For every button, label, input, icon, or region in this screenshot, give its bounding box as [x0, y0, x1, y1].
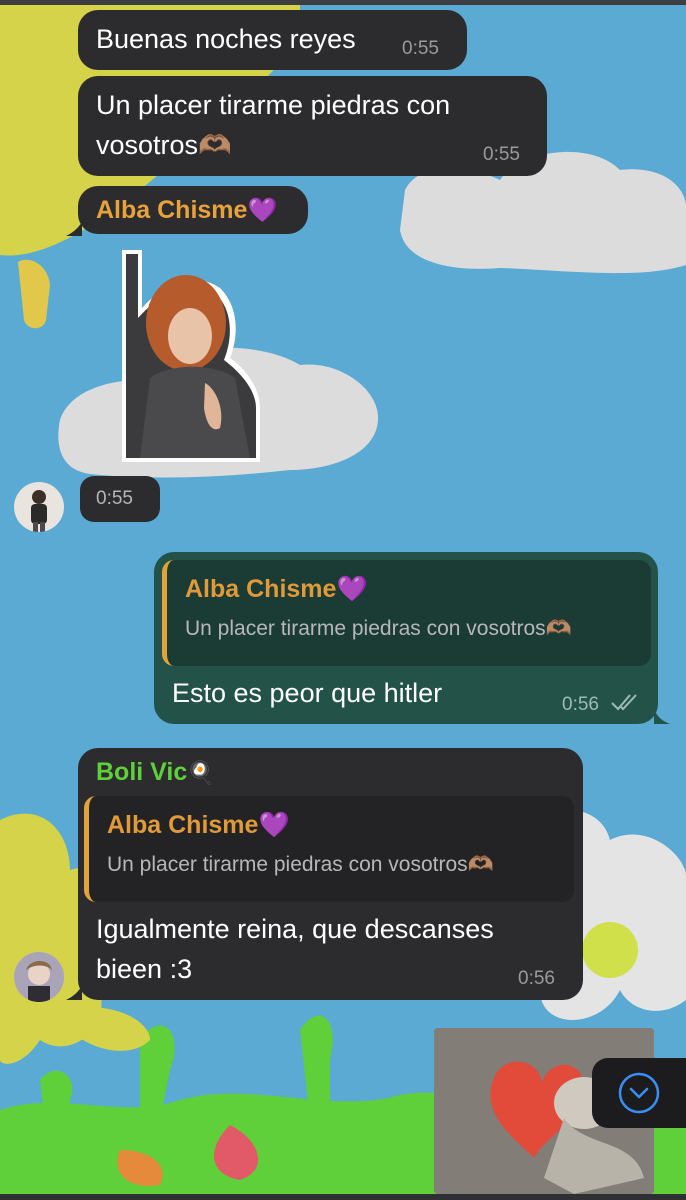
scroll-to-bottom-button[interactable]	[592, 1058, 686, 1128]
reply-text-wrap: Un placer tirarme piedras con vosotros🫶🏽	[107, 852, 494, 877]
reply-sender: Alba Chisme💜	[185, 574, 368, 604]
heart-hands-icon: 🫶🏽	[467, 852, 494, 876]
message-time: 0:56	[562, 694, 599, 715]
message-text: Esto es peor que hitler	[172, 678, 443, 708]
sender-name: Boli Vic🍳	[96, 758, 215, 787]
avatar-person-image	[14, 952, 64, 1002]
double-check-icon	[610, 692, 640, 717]
sender-name: Alba Chisme💜	[96, 196, 277, 225]
reply-preview[interactable]: Alba Chisme💜 Un placer tirarme piedras c…	[162, 560, 651, 666]
avatar-person-image	[31, 490, 47, 532]
bubble-tail-outgoing	[654, 708, 670, 724]
reply-preview[interactable]: Alba Chisme💜 Un placer tirarme piedras c…	[84, 796, 574, 902]
reply-sender: Alba Chisme💜	[107, 810, 290, 840]
heart-hands-icon: 🫶🏽	[545, 616, 572, 640]
message-text: Buenas noches reyes	[96, 24, 356, 54]
purple-heart-icon: 💜	[336, 574, 368, 603]
sender-name-text: Alba Chisme	[96, 196, 248, 224]
message-bubble-incoming[interactable]: Boli Vic🍳 Alba Chisme💜 Un placer tirarme…	[78, 748, 583, 1000]
bubble-tail	[66, 222, 82, 236]
sender-avatar[interactable]	[14, 482, 64, 532]
message-text-line1: Igualmente reina, que descanses	[96, 914, 494, 944]
message-time: 0:55	[96, 488, 133, 509]
message-time: 0:56	[518, 968, 555, 989]
purple-heart-icon: 💜	[247, 196, 278, 224]
heart-hands-icon: 🫶🏽	[198, 130, 232, 161]
message-bubble-outgoing[interactable]: Alba Chisme💜 Un placer tirarme piedras c…	[154, 552, 658, 724]
sticker-woman-praying-image	[122, 250, 260, 462]
message-text-line1: Un placer tirarme piedras con	[96, 90, 451, 120]
message-time: 0:55	[483, 144, 520, 165]
message-text-line2-wrap: vosotros🫶🏽	[96, 126, 232, 165]
sticker-image[interactable]	[120, 248, 264, 464]
reply-sender-name: Alba Chisme	[107, 811, 259, 839]
sticker-time-badge: 0:55	[80, 476, 160, 522]
reply-text-wrap: Un placer tirarme piedras con vosotros🫶🏽	[185, 616, 572, 641]
message-text-line2: vosotros	[96, 130, 199, 160]
top-edge	[0, 0, 686, 5]
purple-heart-icon: 💜	[258, 810, 290, 839]
reply-text: Un placer tirarme piedras con vosotros	[107, 853, 468, 876]
message-time: 0:55	[402, 38, 439, 59]
bubble-tail	[66, 986, 82, 1000]
chevron-down-circle-icon	[618, 1072, 660, 1119]
bottom-edge	[0, 1194, 686, 1200]
message-text-line2: bieen :3	[96, 954, 193, 984]
reply-text: Un placer tirarme piedras con vosotros	[185, 617, 546, 640]
sender-label-bubble: Alba Chisme💜	[78, 186, 308, 234]
reply-sender-name: Alba Chisme	[185, 575, 337, 603]
sender-avatar[interactable]	[14, 952, 64, 1002]
sender-name-text: Boli Vic	[96, 758, 188, 786]
message-bubble-incoming[interactable]: Un placer tirarme piedras con vosotros🫶🏽…	[78, 76, 547, 176]
message-bubble-incoming[interactable]: Buenas noches reyes 0:55	[78, 10, 467, 70]
frying-pan-icon: 🍳	[187, 761, 215, 786]
